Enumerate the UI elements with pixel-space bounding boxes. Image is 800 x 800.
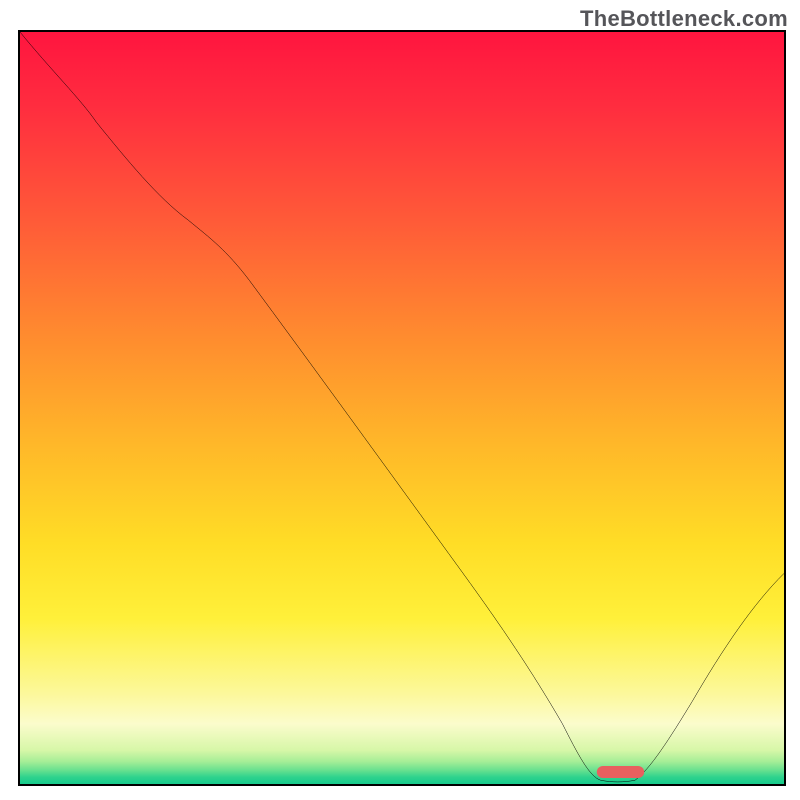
valley-marker: [597, 766, 644, 778]
chart-container: TheBottleneck.com: [0, 0, 800, 800]
bottleneck-curve: [20, 32, 784, 782]
watermark-text: TheBottleneck.com: [580, 6, 788, 32]
curve-svg: [20, 32, 784, 784]
plot-area: [18, 30, 786, 786]
